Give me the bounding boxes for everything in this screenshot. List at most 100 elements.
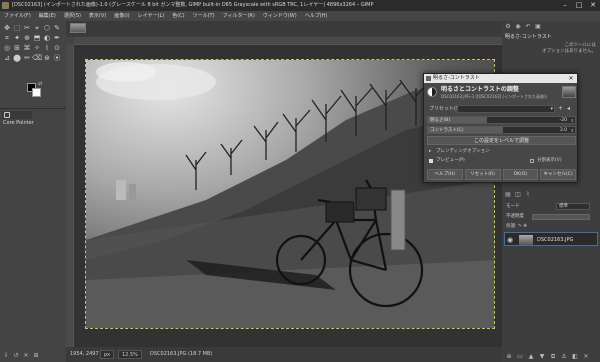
raise-layer-icon[interactable]: ▲ — [527, 353, 535, 361]
background-color-swatch[interactable] — [32, 88, 41, 97]
menu-help[interactable]: ヘルプ(H) — [301, 11, 332, 21]
delete-layer-icon[interactable]: ✕ — [582, 353, 590, 361]
zoom-select[interactable]: 12.5% — [118, 350, 142, 359]
dock-title: 明るさ-コントラスト — [505, 34, 552, 40]
layers-tab-icon[interactable]: ▤ — [504, 191, 512, 199]
tool-icon[interactable]: ✧ — [32, 43, 42, 53]
layer-name: DSC02163.JPG — [537, 237, 574, 243]
visibility-eye-icon[interactable]: ◉ — [507, 235, 513, 245]
brightness-slider[interactable]: 明るさ(B) -20 ⇕ — [427, 116, 576, 124]
layer-mode-row: モード 標準 — [506, 203, 596, 211]
tool-icon[interactable]: ⊿ — [2, 53, 12, 63]
paths-tab-icon[interactable]: ⌇ — [524, 191, 532, 199]
tool-icon[interactable]: ⌘ — [22, 43, 32, 53]
tool-icon[interactable]: ◐ — [42, 33, 52, 43]
close-icon[interactable]: ✕ — [586, 0, 600, 11]
reset-options-icon[interactable]: ⊞ — [32, 352, 40, 360]
opacity-slider[interactable] — [532, 214, 590, 220]
preview-checkbox[interactable] — [429, 159, 433, 163]
tool-icon[interactable]: ✦ — [12, 33, 22, 43]
menu-colors[interactable]: 色(C) — [168, 11, 188, 21]
delete-options-icon[interactable]: ✕ — [22, 352, 30, 360]
add-preset-icon[interactable]: + — [558, 104, 563, 114]
tool-icon[interactable]: ⬒ — [32, 33, 42, 43]
image-tab-thumbnail[interactable] — [70, 23, 86, 33]
tool-options-tab[interactable] — [2, 111, 32, 119]
edit-as-levels-button[interactable]: この設定をレベルで調整 — [427, 136, 576, 145]
help-button[interactable]: ヘルプ(H) — [427, 169, 463, 180]
new-layer-icon[interactable]: ⊕ — [505, 353, 513, 361]
swap-colors-icon[interactable]: ⇄ — [38, 81, 42, 87]
ruler-corner[interactable] — [66, 37, 74, 45]
layers-bottom-bar: ⊕ ▭ ▲ ▼ ⧉ ⚓ ◧ ✕ — [502, 352, 600, 362]
contrast-label: コントラスト(C) — [430, 128, 464, 133]
lower-layer-icon[interactable]: ▼ — [538, 353, 546, 361]
contrast-slider[interactable]: コントラスト(C) 3.0 ⇕ — [427, 126, 576, 134]
lock-position-icon[interactable]: ✥ — [523, 224, 527, 229]
tool-icon[interactable]: ⬡ — [42, 23, 52, 33]
dialog-close-icon[interactable]: ✕ — [567, 74, 575, 83]
tool-icon[interactable]: ✒ — [52, 33, 62, 43]
ok-button[interactable]: OK(O) — [502, 169, 539, 180]
menu-layer[interactable]: レイヤー(L) — [134, 11, 169, 21]
blending-options-row[interactable]: ▸ ブレンディングオプション — [427, 148, 576, 156]
tool-icon[interactable]: ⌫ — [32, 53, 42, 63]
menu-tools[interactable]: ツール(T) — [189, 11, 219, 21]
tool-icon[interactable]: ⊕ — [22, 33, 32, 43]
new-group-icon[interactable]: ▭ — [516, 353, 524, 361]
menu-view[interactable]: 表示(V) — [85, 11, 110, 21]
tool-icon[interactable]: ◎ — [2, 43, 12, 53]
vertical-ruler[interactable] — [66, 45, 74, 347]
mask-layer-icon[interactable]: ◧ — [571, 353, 579, 361]
layer-item[interactable]: ◉ DSC02163.JPG — [504, 232, 598, 246]
menu-file[interactable]: ファイル(F) — [0, 11, 35, 21]
preset-menu-icon[interactable]: ◂ — [567, 104, 570, 114]
images-icon[interactable]: ▣ — [534, 23, 542, 31]
tool-icon[interactable]: ⌗ — [2, 33, 12, 43]
tool-icon[interactable]: ✂ — [22, 23, 32, 33]
tool-icon[interactable]: ⦿ — [52, 53, 62, 63]
tool-icon[interactable]: ✥ — [2, 23, 12, 33]
expander-arrow-icon[interactable]: ▸ — [429, 148, 431, 156]
restore-options-icon[interactable]: ↺ — [12, 352, 20, 360]
duplicate-layer-icon[interactable]: ⧉ — [549, 353, 557, 361]
menu-select[interactable]: 選択(S) — [60, 11, 85, 21]
tool-icon[interactable]: ✏ — [22, 53, 32, 63]
mode-select[interactable]: 標準 — [556, 203, 590, 210]
mode-label: モード — [506, 204, 520, 209]
save-options-icon[interactable]: ⇩ — [2, 352, 10, 360]
tool-icon[interactable]: ⊙ — [52, 43, 62, 53]
tool-icon[interactable]: ✎ — [52, 23, 62, 33]
preset-select[interactable]: ▾ — [457, 105, 555, 113]
tool-icon[interactable]: ⬚ — [12, 23, 22, 33]
tool-icon[interactable]: ⬤ — [12, 53, 22, 63]
tool-options-icon[interactable]: ⚙ — [504, 23, 512, 31]
reset-button[interactable]: リセット(R) — [464, 169, 501, 180]
dialog-subheading: DSC02163.JPG-3 ([DSC02163] (インポートされた画像)) — [441, 94, 548, 99]
lock-pixels-icon[interactable]: ✎ — [518, 224, 522, 229]
horizontal-ruler[interactable] — [74, 37, 502, 45]
minimize-icon[interactable]: – — [558, 0, 572, 11]
tool-icon[interactable]: ⊛ — [42, 53, 52, 63]
tool-icon[interactable]: ⌖ — [32, 23, 42, 33]
channels-tab-icon[interactable]: ◫ — [514, 191, 522, 199]
dialog-icon — [426, 76, 431, 81]
maximize-icon[interactable]: □ — [572, 0, 586, 11]
cancel-button[interactable]: キャンセル(C) — [540, 169, 576, 180]
tool-icon[interactable]: ⊞ — [12, 43, 22, 53]
unit-select[interactable]: px — [100, 350, 115, 359]
device-status-icon[interactable]: ◉ — [514, 23, 522, 31]
tool-options-title: Core Pointer — [3, 120, 34, 126]
dialog-title-bar[interactable]: 明るさ-コントラスト ✕ — [424, 74, 577, 83]
split-view-checkbox[interactable] — [530, 159, 534, 163]
anchor-layer-icon[interactable]: ⚓ — [560, 353, 568, 361]
layers-dock-tabs: ▤ ◫ ⌇ — [502, 190, 600, 200]
undo-history-icon[interactable]: ↶ — [524, 23, 532, 31]
menu-image[interactable]: 画像(I) — [110, 11, 133, 21]
tool-icon[interactable]: ⌇ — [42, 43, 52, 53]
menu-filters[interactable]: フィルター(R) — [219, 11, 259, 21]
spin-arrows-icon[interactable]: ⇕ — [571, 127, 574, 134]
spin-arrows-icon[interactable]: ⇕ — [571, 117, 574, 124]
menu-windows[interactable]: ウィンドウ(W) — [259, 11, 301, 21]
menu-edit[interactable]: 編集(E) — [35, 11, 60, 21]
